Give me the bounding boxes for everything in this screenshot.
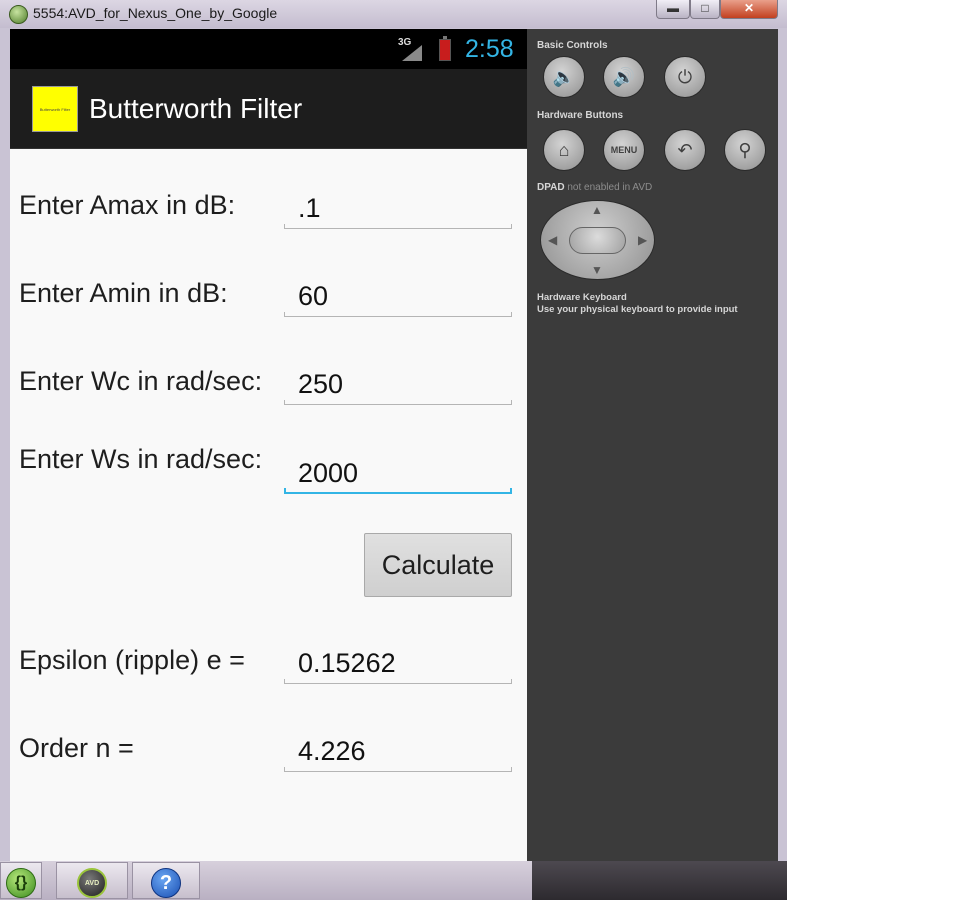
taskbar-item-avd[interactable]: AVD: [56, 862, 128, 899]
wc-label: Enter Wc in rad/sec:: [19, 366, 263, 396]
ws-label: Enter Ws in rad/sec:: [19, 444, 263, 474]
amin-value: 60: [298, 281, 329, 311]
amax-value: .1: [298, 193, 321, 223]
phone-screen: 3G 2:58 Butterworth Filter Butterworth F…: [10, 29, 527, 861]
amax-input[interactable]: .1: [284, 189, 512, 229]
emulator-controls-panel: Basic Controls 🔈 🔊 ⏻ Hardware Buttons ⌂ …: [527, 29, 778, 861]
order-value: 4.226: [298, 736, 366, 766]
status-clock: 2:58: [465, 35, 514, 63]
app-logo: Butterworth Filter: [32, 86, 78, 132]
window-title: 5554:AVD_for_Nexus_One_by_Google: [33, 5, 278, 21]
minimize-icon: ▬: [667, 1, 679, 15]
menu-label: MENU: [610, 145, 638, 155]
taskbar-item-braces[interactable]: {}: [0, 862, 42, 899]
ws-value: 2000: [298, 458, 359, 488]
dpad-up-icon[interactable]: ▲: [591, 203, 603, 217]
status-bar: 3G 2:58: [10, 29, 527, 69]
close-button[interactable]: ✕: [720, 0, 778, 19]
calculate-button[interactable]: Calculate: [364, 533, 512, 597]
amax-label: Enter Amax in dB:: [19, 190, 236, 220]
power-button[interactable]: ⏻: [664, 56, 706, 98]
network-type: 3G: [398, 37, 412, 48]
back-icon: ↶: [677, 140, 693, 160]
taskbar-dark-area: [532, 861, 787, 900]
epsilon-output[interactable]: 0.15262: [284, 644, 512, 684]
taskbar-item-help[interactable]: ?: [132, 862, 200, 899]
close-icon: ✕: [743, 1, 755, 15]
dpad[interactable]: ▲ ▼ ◀ ▶: [540, 200, 655, 280]
volume-down-icon: 🔈: [552, 67, 576, 87]
basic-controls-title: Basic Controls: [537, 40, 608, 51]
keyboard-title: Hardware Keyboard: [537, 292, 627, 303]
dpad-right-icon[interactable]: ▶: [638, 233, 647, 247]
dpad-title: DPAD not enabled in AVD: [537, 182, 652, 193]
braces-app-icon: {}: [6, 868, 36, 898]
maximize-icon: □: [701, 1, 709, 15]
dpad-down-icon[interactable]: ▼: [591, 263, 603, 277]
dpad-note: not enabled in AVD: [567, 182, 653, 193]
wc-value: 250: [298, 369, 344, 399]
order-label: Order n =: [19, 733, 134, 763]
home-button[interactable]: ⌂: [543, 129, 585, 171]
order-output[interactable]: 4.226: [284, 732, 512, 772]
app-logo-text: Butterworth Filter: [39, 107, 71, 112]
help-icon: ?: [151, 868, 181, 898]
taskbar: {} AVD ?: [0, 861, 787, 900]
dpad-label: DPAD: [537, 182, 565, 193]
maximize-button[interactable]: □: [690, 0, 720, 19]
minimize-button[interactable]: ▬: [656, 0, 690, 19]
epsilon-value: 0.15262: [298, 648, 396, 678]
ws-input[interactable]: 2000: [284, 454, 512, 494]
battery-icon: [439, 36, 451, 61]
avd-manager-icon: AVD: [77, 868, 107, 898]
action-bar: Butterworth Filter Butterworth Filter: [10, 69, 527, 149]
hardware-keyboard-info: Hardware Keyboard Use your physical keyb…: [537, 292, 738, 316]
amin-label: Enter Amin in dB:: [19, 278, 228, 308]
volume-up-button[interactable]: 🔊: [603, 56, 645, 98]
signal-icon: 3G: [398, 37, 424, 61]
volume-up-icon: 🔊: [612, 67, 636, 87]
search-button[interactable]: ⚲: [724, 129, 766, 171]
back-button[interactable]: ↶: [664, 129, 706, 171]
epsilon-label: Epsilon (ripple) e =: [19, 645, 245, 675]
wc-input[interactable]: 250: [284, 365, 512, 405]
power-icon: ⏻: [677, 67, 693, 87]
amin-input[interactable]: 60: [284, 277, 512, 317]
android-app-icon: [9, 5, 28, 24]
dpad-center[interactable]: [569, 227, 626, 254]
home-icon: ⌂: [558, 140, 570, 160]
app-title: Butterworth Filter: [89, 93, 303, 124]
search-icon: ⚲: [738, 140, 752, 160]
menu-button[interactable]: MENU: [603, 129, 645, 171]
volume-down-button[interactable]: 🔈: [543, 56, 585, 98]
window-titlebar[interactable]: 5554:AVD_for_Nexus_One_by_Google ▬ □ ✕: [0, 0, 787, 28]
dpad-left-icon[interactable]: ◀: [548, 233, 557, 247]
emulator-window: 5554:AVD_for_Nexus_One_by_Google ▬ □ ✕ 3…: [0, 0, 787, 900]
hardware-buttons-title: Hardware Buttons: [537, 110, 624, 121]
keyboard-note: Use your physical keyboard to provide in…: [537, 304, 738, 315]
